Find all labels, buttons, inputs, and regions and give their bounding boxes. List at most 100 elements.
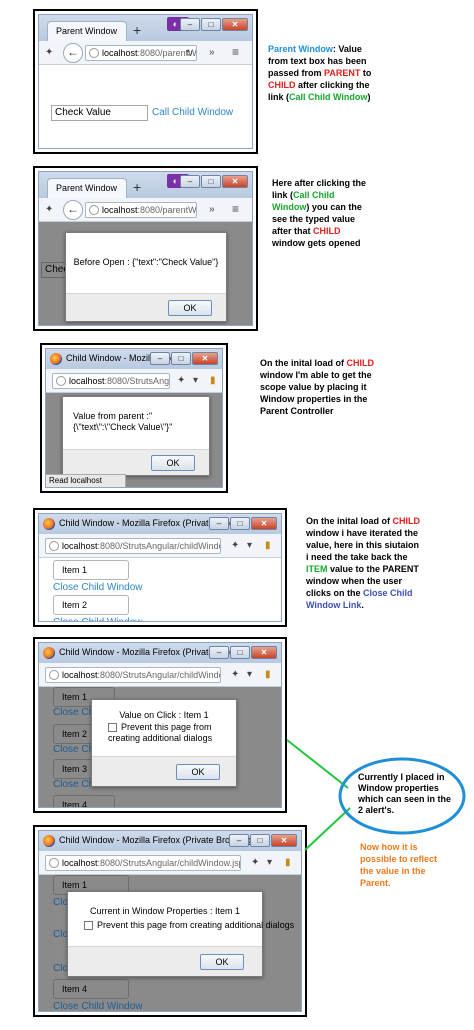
page-content-dimmed: Item 1 Close Ch Close Ch Close Ch Item 4… <box>39 875 301 1011</box>
navigation-bar: ✦ ← localhost:8080/parentWi ↻ » ≡ <box>39 41 252 65</box>
navigation-bar: ✦ ← localhost:8080/parentWi » ≡ <box>39 198 252 222</box>
dialog-message: Current in Window Properties : Item 1 <box>89 906 241 916</box>
dialog-footer: OK <box>68 946 262 976</box>
addon-icon[interactable]: ✦ <box>231 669 239 680</box>
close-child-window-link: Close Ch <box>53 779 95 790</box>
globe-icon <box>89 48 99 58</box>
overflow-icon[interactable]: » <box>209 204 215 215</box>
close-child-window-link[interactable]: Close Child Window <box>53 582 142 593</box>
addon-icon[interactable]: ✦ <box>251 857 259 868</box>
page-content-dimmed: Item 1 Close Ch Item 2 Close Ch Item 3 C… <box>39 687 281 807</box>
close-icon[interactable]: ✕ <box>271 834 297 847</box>
back-button[interactable]: ← <box>63 43 83 63</box>
url-bar[interactable]: localhost:8080/StrutsAngular/childWindow… <box>45 538 221 554</box>
url-bar[interactable]: localhost:8080/StrutsAngular/childWindow… <box>45 667 221 683</box>
call-child-window-link[interactable]: Call Child Window <box>152 107 233 118</box>
url-bar[interactable]: localhost:8080/parentWi <box>85 202 197 218</box>
close-child-window-link[interactable]: Close Child Window <box>53 617 142 621</box>
checkbox-label: Prevent this page from creating addition… <box>97 920 295 930</box>
minimize-icon[interactable]: – <box>180 175 200 188</box>
globe-icon <box>89 205 99 215</box>
maximize-icon[interactable]: □ <box>201 175 221 188</box>
new-tab-icon[interactable]: + <box>133 179 141 195</box>
callout-ellipse-text: Currently I placed in Window properties … <box>358 772 452 815</box>
dropdown-icon[interactable]: ▾ <box>247 669 252 680</box>
tab-parent-window[interactable]: Parent Window <box>47 21 127 41</box>
bookmark-icon[interactable]: ▮ <box>265 540 271 551</box>
url-bar[interactable]: localhost:8080/parentWi ↻ <box>85 45 197 61</box>
browser-window: Parent Window + ◐◑ – □ ✕ ✦ ← localhost:8… <box>38 14 253 149</box>
dropdown-icon[interactable]: ▾ <box>193 375 198 386</box>
browser-window: Child Window - Mozilla Firefox – □ ✕ loc… <box>45 348 223 488</box>
addon-icon[interactable]: ✦ <box>45 47 53 58</box>
screenshot-child-initial-load: Child Window - Mozilla Firefox – □ ✕ loc… <box>40 343 228 493</box>
back-button[interactable]: ← <box>63 200 83 220</box>
close-icon[interactable]: ✕ <box>192 352 218 365</box>
addon-icon[interactable]: ✦ <box>45 204 53 215</box>
close-child-window-link: Close Ch <box>53 744 95 755</box>
ok-button[interactable]: OK <box>200 954 244 970</box>
url-bar[interactable]: localhost:8080/StrutsAngular/ <box>52 373 170 389</box>
addon-icon[interactable]: ✦ <box>231 540 239 551</box>
bookmark-icon[interactable]: ▮ <box>210 375 216 386</box>
value-textbox[interactable]: Check Value <box>51 105 148 121</box>
bookmark-icon[interactable]: ▮ <box>285 857 291 868</box>
maximize-icon[interactable]: □ <box>171 352 191 365</box>
ok-button[interactable]: OK <box>168 300 212 316</box>
close-icon[interactable]: ✕ <box>251 646 277 659</box>
note-2: Here after clicking the link (Call Child… <box>272 178 367 248</box>
dialog-message: Value from parent :"{\"text\":\"Check Va… <box>73 411 173 432</box>
maximize-icon[interactable]: □ <box>230 517 250 530</box>
tab-title: Parent Window <box>56 183 118 193</box>
minimize-icon[interactable]: – <box>180 18 200 31</box>
note-4: On the inital load of CHILD window i hav… <box>306 516 420 610</box>
dropdown-icon[interactable]: ▾ <box>247 540 252 551</box>
ok-button[interactable]: OK <box>151 455 195 471</box>
tab-parent-window[interactable]: Parent Window <box>47 178 127 198</box>
close-icon[interactable]: ✕ <box>251 517 277 530</box>
page-content-dimmed: Value from parent :"{\"text\":\"Check Va… <box>46 393 222 487</box>
window-controls: – □ ✕ <box>229 834 297 847</box>
window-controls: – □ ✕ <box>150 352 218 365</box>
item-box: Item 1 <box>53 560 129 580</box>
url-bar[interactable]: localhost:8080/StrutsAngular/childWindow… <box>45 855 241 871</box>
firefox-icon <box>50 353 62 365</box>
checkbox-icon[interactable] <box>84 921 93 930</box>
checkbox-icon[interactable] <box>108 723 117 732</box>
close-icon[interactable]: ✕ <box>222 175 248 188</box>
alert-dialog: Value on Click : Item 1 Prevent this pag… <box>91 699 237 787</box>
checkbox-label: Prevent this page from creating addition… <box>108 722 213 743</box>
close-icon[interactable]: ✕ <box>222 18 248 31</box>
addon-icon[interactable]: ✦ <box>177 375 185 386</box>
tab-title: Parent Window <box>56 26 118 36</box>
connector-line-bottom <box>304 807 351 851</box>
window-controls: – □ ✕ <box>180 18 248 31</box>
alert-dialog: Value from parent :"{\"text\":\"Check Va… <box>62 396 210 476</box>
tab-bar: Parent Window + ◐◑ – □ ✕ <box>39 172 252 198</box>
maximize-icon[interactable]: □ <box>201 18 221 31</box>
connector-line-top <box>286 739 349 789</box>
title-bar: Child Window - Mozilla Firefox – □ ✕ <box>46 349 222 369</box>
minimize-icon[interactable]: – <box>209 646 229 659</box>
maximize-icon[interactable]: □ <box>230 646 250 659</box>
maximize-icon[interactable]: □ <box>250 834 270 847</box>
window-controls: – □ ✕ <box>209 646 277 659</box>
globe-icon <box>49 670 59 680</box>
new-tab-icon[interactable]: + <box>133 22 141 38</box>
bookmark-icon[interactable]: ▮ <box>265 669 271 680</box>
menu-icon[interactable]: ≡ <box>232 202 239 216</box>
ok-button[interactable]: OK <box>176 764 220 780</box>
status-bar: Read localhost <box>46 474 126 487</box>
dropdown-icon[interactable]: ▾ <box>267 857 272 868</box>
menu-icon[interactable]: ≡ <box>232 45 239 59</box>
minimize-icon[interactable]: – <box>229 834 249 847</box>
minimize-icon[interactable]: – <box>209 517 229 530</box>
window-controls: – □ ✕ <box>180 175 248 188</box>
screenshot-before-open: Parent Window + ◐◑ – □ ✕ ✦ ← localhost:8… <box>33 166 258 331</box>
prevent-dialogs-checkbox[interactable]: Prevent this page from creating addition… <box>84 920 294 931</box>
reload-icon[interactable]: ↻ <box>185 46 193 60</box>
minimize-icon[interactable]: – <box>150 352 170 365</box>
prevent-dialogs-checkbox[interactable]: Prevent this page from creating addition… <box>108 722 226 744</box>
overflow-icon[interactable]: » <box>209 47 215 58</box>
close-child-window-link[interactable]: Close Child Window <box>53 1001 142 1011</box>
